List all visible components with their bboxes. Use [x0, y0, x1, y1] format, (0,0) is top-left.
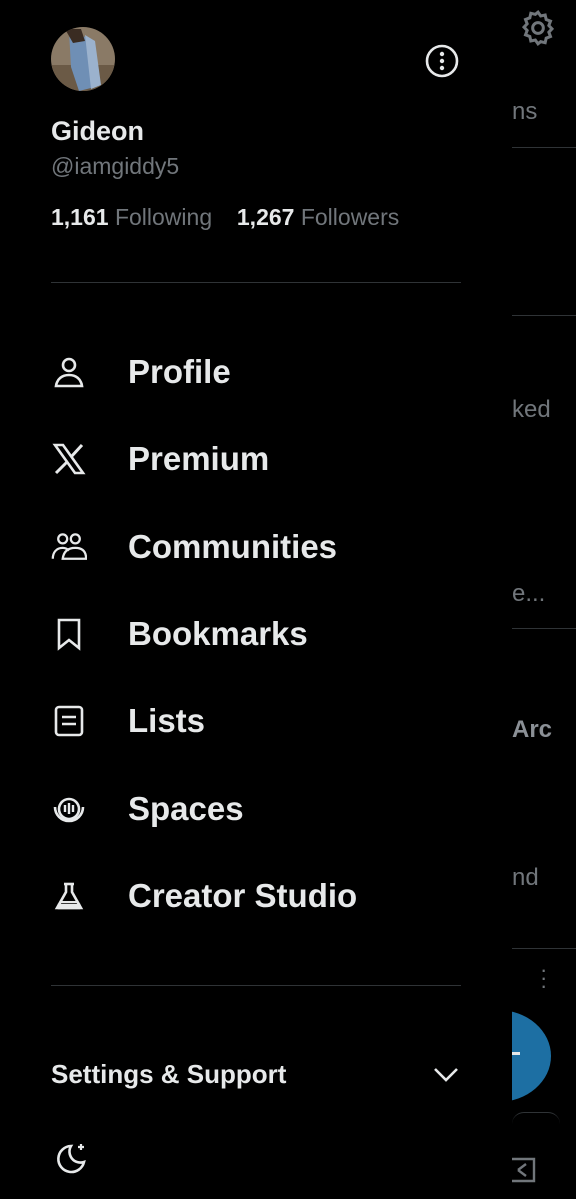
menu-item-label: Bookmarks — [128, 615, 308, 652]
menu-item-label: Premium — [128, 440, 270, 477]
messages-icon[interactable] — [510, 1155, 538, 1185]
timeline-separator — [512, 948, 576, 949]
menu-item-premium[interactable]: Premium — [51, 429, 461, 489]
followers-label: Followers — [300, 204, 400, 230]
following-label: Following — [114, 204, 213, 230]
avatar[interactable] — [51, 27, 115, 91]
menu-item-spaces[interactable]: Spaces — [51, 779, 461, 839]
settings-support-label: Settings & Support — [51, 1058, 287, 1089]
following-link[interactable]: 1,161 Following — [51, 204, 219, 230]
menu-item-label: Lists — [128, 702, 206, 739]
menu-item-bookmarks[interactable]: Bookmarks — [51, 604, 461, 664]
menu-item-communities[interactable]: Communities — [51, 517, 461, 577]
flask-icon — [51, 878, 87, 914]
chevron-down-icon — [434, 1068, 458, 1082]
menu-item-label: Communities — [128, 528, 338, 565]
settings-support-toggle[interactable]: Settings & Support — [51, 1046, 461, 1102]
profile-handle: @iamgiddy5 — [51, 153, 180, 179]
navigation-drawer: Gideon @iamgiddy5 1,161 Following 1,267 … — [0, 0, 512, 1199]
divider — [51, 985, 461, 986]
bottom-bar-edge — [512, 1112, 560, 1139]
screen: ns ked e... Arc nd · · · Gideon @iamgidd… — [0, 0, 576, 1199]
menu-item-lists[interactable]: Lists — [51, 691, 461, 751]
more-options-icon[interactable] — [424, 43, 460, 79]
timeline-fragment: nd — [512, 864, 539, 891]
timeline-separator — [512, 628, 576, 629]
spaces-icon — [51, 791, 87, 827]
timeline-fragment: Arc — [512, 716, 553, 743]
menu-item-creator-studio[interactable]: Creator Studio — [51, 866, 461, 926]
menu-item-label: Spaces — [128, 790, 244, 827]
follow-stats: 1,161 Following 1,267 Followers — [51, 204, 399, 231]
timeline-fragment: ns — [512, 98, 538, 125]
followers-count: 1,267 — [236, 204, 295, 230]
x-logo-icon — [51, 441, 87, 477]
menu-item-label: Profile — [128, 353, 231, 390]
timeline-fragment: ked — [512, 396, 551, 423]
bookmark-icon — [51, 616, 87, 652]
compose-plus-icon — [512, 1052, 520, 1055]
followers-link[interactable]: 1,267 Followers — [237, 204, 399, 230]
gear-icon[interactable] — [518, 8, 558, 48]
timeline-separator — [512, 147, 576, 148]
communities-icon — [51, 529, 87, 565]
following-count: 1,161 — [51, 204, 109, 230]
person-icon — [51, 354, 87, 390]
menu-item-profile[interactable]: Profile — [51, 342, 461, 402]
more-icon[interactable]: · · · — [540, 959, 547, 997]
menu-item-label: Creator Studio — [128, 877, 358, 914]
divider — [51, 282, 461, 283]
timeline-fragment: e... — [512, 580, 546, 607]
list-icon — [51, 703, 87, 739]
display-theme-icon[interactable] — [51, 1140, 89, 1178]
timeline-separator — [512, 315, 576, 316]
profile-name[interactable]: Gideon — [51, 116, 144, 147]
